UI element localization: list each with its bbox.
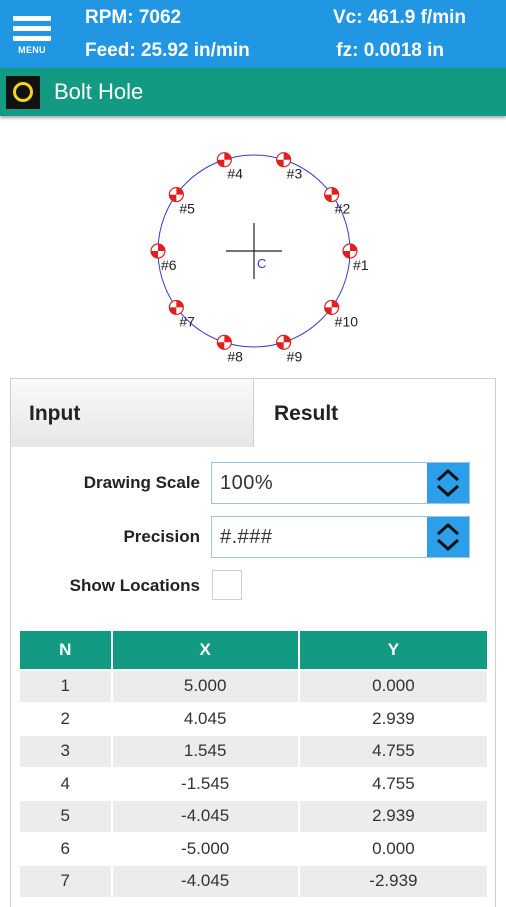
table-row: 7 -4.045 -2.939	[18, 864, 490, 899]
cell-x: -5.000	[110, 831, 300, 866]
hamburger-icon-bar	[13, 36, 51, 41]
hamburger-icon	[13, 16, 51, 21]
menu-button[interactable]: MENU	[10, 12, 54, 58]
column-header-x: X	[110, 629, 300, 671]
bolt-hole-marker	[276, 334, 292, 350]
cell-n: 2	[18, 701, 113, 736]
bolt-hole-marker	[324, 299, 340, 316]
precision-value: #.###	[220, 526, 273, 548]
bolt-hole-marker	[324, 186, 340, 203]
cell-y: 4.755	[297, 766, 490, 801]
results-table: N X Y 1 5.000 0.000 2 4.045 2.939 3 1.545 4.75…	[18, 629, 490, 899]
cell-x: 5.000	[110, 669, 300, 704]
bolt-hole-marker	[150, 243, 166, 259]
bolt-hole-marker	[342, 243, 358, 259]
cell-x: -4.045	[110, 864, 300, 899]
drawing-scale-value: 100%	[220, 472, 274, 494]
show-locations-checkbox[interactable]	[212, 570, 242, 600]
bolt-hole-label: #7	[179, 313, 195, 329]
center-label: C	[257, 256, 266, 271]
bolt-hole-marker	[216, 152, 232, 168]
table-row: 5 -4.045 2.939	[18, 799, 490, 834]
feed-readout: Feed: 25.92 in/min	[85, 40, 250, 61]
table-row: 6 -5.000 0.000	[18, 831, 490, 866]
cell-y: 0.000	[297, 831, 490, 866]
spinner-button[interactable]	[427, 463, 469, 503]
vc-readout: Vc: 461.9 f/min	[332, 7, 466, 28]
menu-label: MENU	[18, 45, 46, 55]
cell-n: 5	[18, 799, 113, 834]
bolt-hole-label: #5	[179, 201, 195, 217]
bolt-hole-marker	[168, 299, 184, 316]
cell-x: 1.545	[110, 734, 300, 769]
cell-y: -2.939	[297, 864, 490, 899]
bolt-hole-icon	[6, 76, 40, 109]
table-header-row: N X Y	[18, 629, 490, 671]
cell-n: 7	[18, 864, 113, 899]
bolt-hole-label: #10	[335, 313, 359, 329]
bolt-hole-label: #3	[287, 166, 303, 182]
cell-n: 3	[18, 734, 113, 769]
rpm-readout: RPM: 7062	[85, 7, 182, 28]
bolt-hole-marker	[276, 152, 292, 168]
bolt-hole-label: #2	[335, 201, 351, 217]
drawing-scale-select[interactable]: 100%	[211, 462, 470, 504]
cell-n: 6	[18, 831, 113, 866]
fz-readout: fz: 0.0018 in	[336, 40, 444, 61]
cell-y: 0.000	[297, 669, 490, 704]
bolt-hole-label: #8	[227, 348, 243, 364]
tab-input[interactable]: Input	[10, 378, 254, 448]
bolt-hole-label: #6	[161, 257, 177, 273]
drawing-scale-label: Drawing Scale	[83, 473, 200, 492]
chevron-up-down-icon	[436, 468, 460, 498]
bolt-hole-label: #9	[287, 348, 303, 364]
bolt-hole-label: #1	[353, 257, 369, 273]
precision-select[interactable]: #.###	[211, 516, 470, 558]
cell-y: 4.755	[297, 734, 490, 769]
table-row: 3 1.545 4.755	[18, 734, 490, 769]
cell-x: -4.045	[110, 799, 300, 834]
bolt-hole-marker	[216, 334, 232, 350]
cell-n: 1	[18, 669, 113, 704]
hamburger-icon-bar	[13, 26, 51, 31]
bolt-hole-drawing: C #1 #2 #3 #4 #5 #6 #7 #8 #9 #10	[150, 152, 369, 364]
spinner-button[interactable]	[427, 517, 469, 557]
title-bar: Bolt Hole	[0, 68, 506, 116]
cell-y: 2.939	[297, 799, 490, 834]
cell-n: 4	[18, 766, 113, 801]
top-status-bar: MENU RPM: 7062 Feed: 25.92 in/min Vc: 46…	[0, 0, 506, 68]
chevron-up-down-icon	[436, 522, 460, 552]
tab-bar: Input Result	[10, 378, 496, 448]
table-row: 2 4.045 2.939	[18, 701, 490, 736]
table-row: 1 5.000 0.000	[18, 669, 490, 704]
bolt-hole-marker	[168, 186, 184, 203]
show-locations-label: Show Locations	[69, 576, 200, 595]
cell-y: 2.939	[297, 701, 490, 736]
cell-x: -1.545	[110, 766, 300, 801]
bolt-hole-label: #4	[227, 166, 243, 182]
precision-label: Precision	[123, 527, 200, 546]
table-row: 4 -1.545 4.755	[18, 766, 490, 801]
tab-result[interactable]: Result	[254, 378, 496, 448]
page-title: Bolt Hole	[54, 79, 144, 104]
column-header-n: N	[18, 629, 113, 671]
column-header-y: Y	[297, 629, 490, 671]
cell-x: 4.045	[110, 701, 300, 736]
